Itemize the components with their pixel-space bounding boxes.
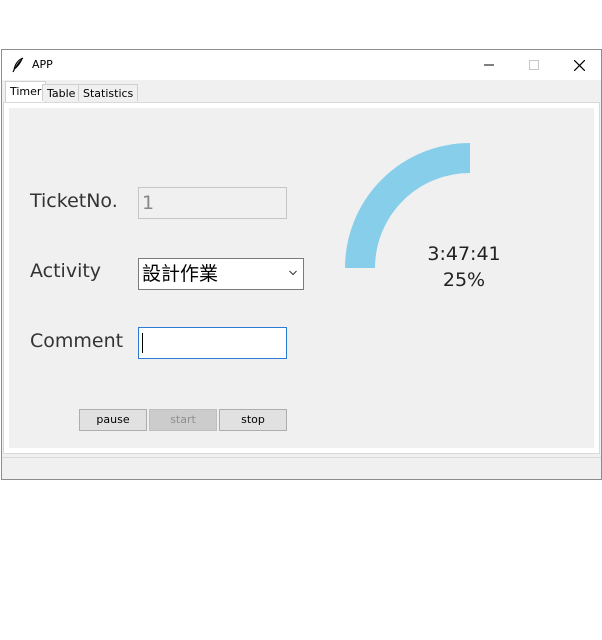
maximize-button[interactable] bbox=[511, 50, 557, 80]
timer-content: TicketNo. 1 Activity 設計作業 Comment pause … bbox=[9, 108, 594, 448]
activity-label: Activity bbox=[30, 260, 102, 282]
comment-label: Comment bbox=[30, 330, 124, 352]
ticket-field[interactable]: 1 bbox=[138, 187, 287, 219]
elapsed-time: 3:47:41 bbox=[427, 243, 501, 265]
app-window: APP Timer Table Statistics TicketNo. 1 A… bbox=[1, 49, 602, 480]
tab-statistics[interactable]: Statistics bbox=[78, 84, 139, 101]
status-bar bbox=[2, 457, 601, 479]
tab-table[interactable]: Table bbox=[42, 84, 81, 101]
stop-button[interactable]: stop bbox=[219, 409, 287, 431]
pause-button[interactable]: pause bbox=[79, 409, 147, 431]
comment-input[interactable] bbox=[138, 327, 287, 359]
progress-percent: 25% bbox=[442, 269, 486, 291]
tab-timer[interactable]: Timer bbox=[5, 81, 47, 102]
close-button[interactable] bbox=[556, 50, 602, 80]
close-icon bbox=[573, 59, 585, 71]
title-bar[interactable]: APP bbox=[2, 50, 601, 80]
minimize-button[interactable] bbox=[466, 50, 512, 80]
chevron-down-icon bbox=[289, 270, 297, 276]
timer-panel: TicketNo. 1 Activity 設計作業 Comment pause … bbox=[3, 102, 600, 454]
activity-value: 設計作業 bbox=[142, 263, 219, 285]
maximize-icon bbox=[529, 60, 539, 70]
start-button[interactable]: start bbox=[149, 409, 217, 431]
minimize-icon bbox=[484, 64, 494, 66]
window-title: APP bbox=[32, 58, 53, 71]
text-caret bbox=[142, 333, 143, 353]
tab-bar: Timer Table Statistics bbox=[2, 80, 601, 102]
feather-icon bbox=[11, 57, 25, 73]
activity-select[interactable]: 設計作業 bbox=[138, 258, 304, 290]
ticket-label: TicketNo. bbox=[30, 190, 118, 212]
